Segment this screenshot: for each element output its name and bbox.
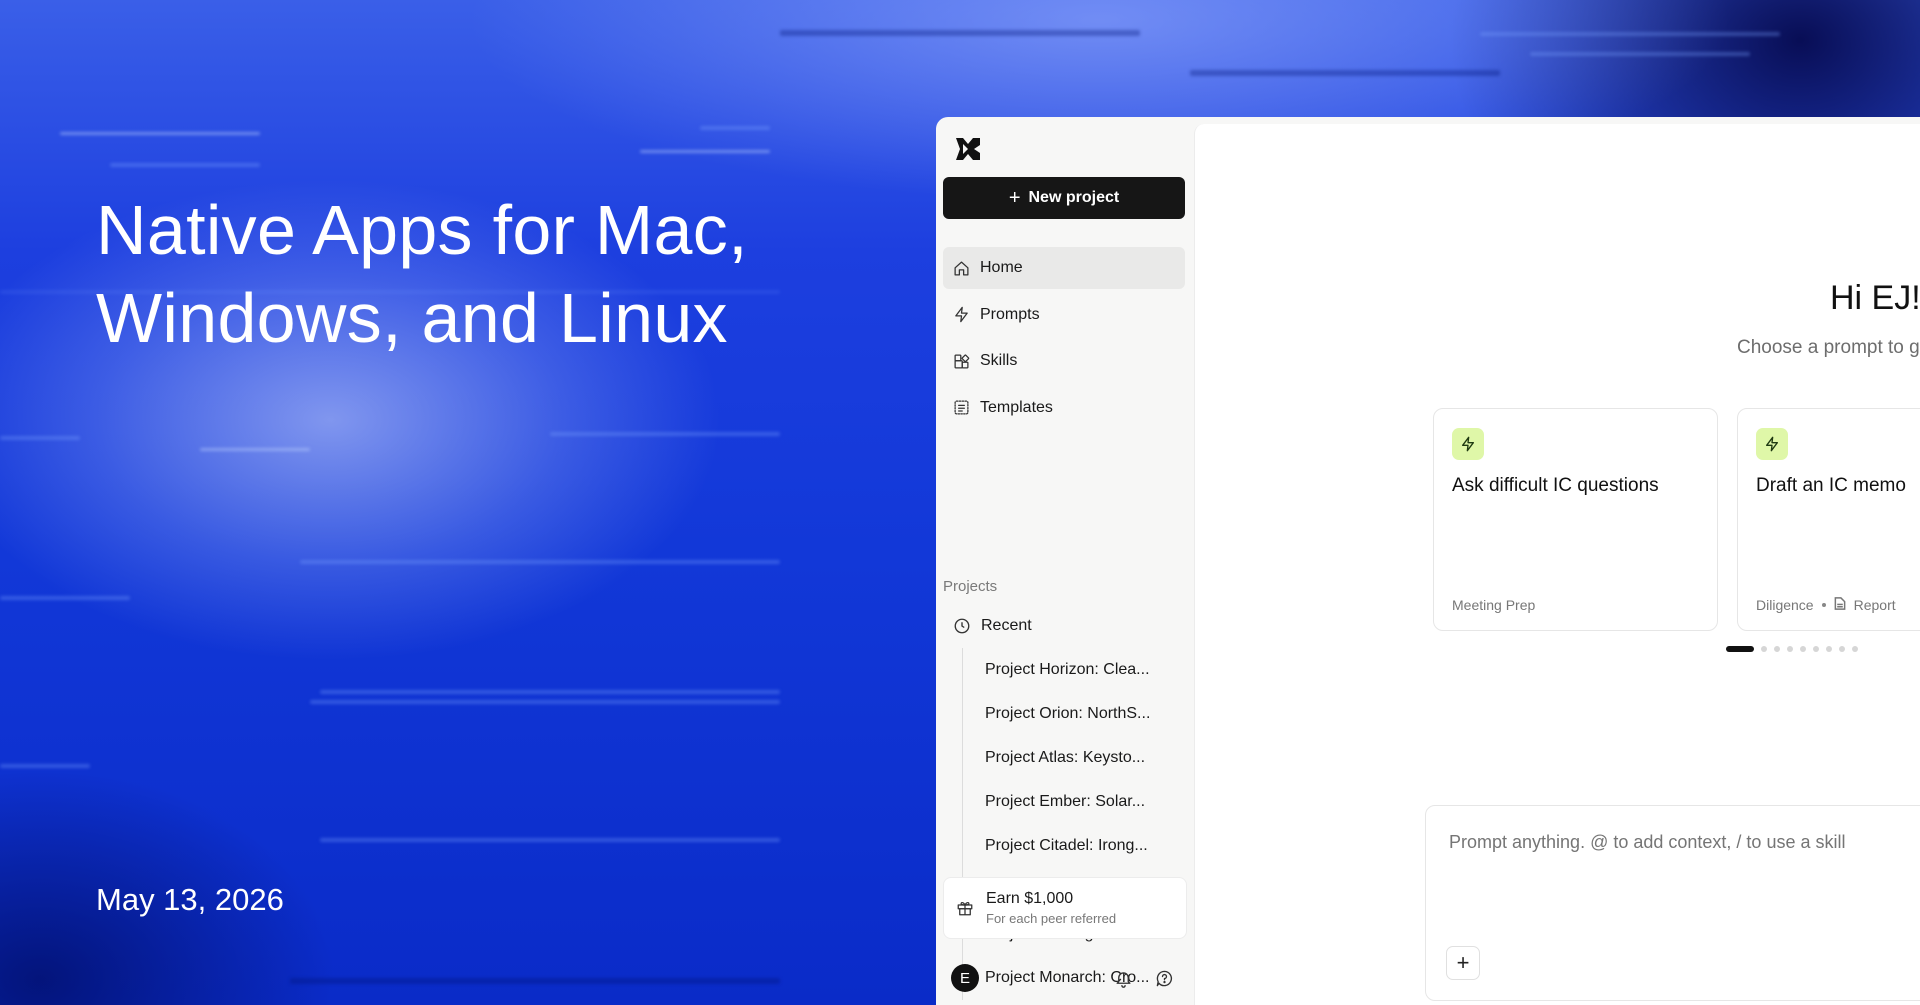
carousel-pagination (1726, 646, 1858, 652)
bolt-icon (1452, 428, 1484, 460)
hero-title: Native Apps for Mac, Windows, and Linux (96, 191, 748, 357)
help-icon[interactable] (1155, 969, 1174, 988)
main-pane: Hi EJ! Choose a prompt to g Ask difficul… (1194, 124, 1920, 1005)
carousel-dot[interactable] (1726, 646, 1754, 652)
gift-icon (957, 902, 973, 916)
referral-card[interactable]: Earn $1,000 For each peer referred (943, 877, 1187, 939)
document-icon (1834, 597, 1846, 613)
hero-date: May 13, 2026 (96, 882, 284, 917)
new-project-label: New project (1028, 189, 1120, 206)
sidebar-item-templates[interactable]: Templates (943, 387, 1185, 429)
sidebar-item-home[interactable]: Home (943, 247, 1185, 289)
referral-title: Earn $1,000 (986, 890, 1074, 907)
separator-dot (1821, 603, 1826, 607)
project-item[interactable]: Project Atlas: Keysto... (963, 736, 1184, 780)
carousel-dot[interactable] (1761, 646, 1767, 652)
project-item[interactable]: Project Orion: NorthS... (963, 692, 1184, 736)
recent-label: Recent (981, 617, 1032, 634)
templates-icon (954, 400, 969, 415)
clock-icon (954, 618, 970, 634)
avatar[interactable]: E (951, 964, 979, 992)
card-tag-label: Diligence (1756, 597, 1814, 613)
card-title: Draft an IC memo (1756, 475, 1906, 496)
prompt-input[interactable] (1449, 832, 1920, 853)
card-tag-label: Meeting Prep (1452, 597, 1536, 613)
carousel-dot[interactable] (1800, 646, 1806, 652)
plus-icon: + (1008, 187, 1021, 209)
bolt-icon (955, 306, 968, 323)
recent-toggle[interactable]: Recent (943, 606, 1185, 646)
prompt-card[interactable]: Ask difficult IC questions Meeting Prep (1433, 408, 1718, 631)
app-window: + New project Home Prompts Skills Templa… (936, 117, 1920, 1005)
projects-section-label: Projects (943, 578, 998, 595)
brand-logo-icon[interactable] (954, 135, 982, 163)
prompt-card[interactable]: Draft an IC memo Diligence Report (1737, 408, 1920, 631)
carousel-dot[interactable] (1852, 646, 1858, 652)
sidebar-item-skills[interactable]: Skills (943, 340, 1185, 382)
home-icon (954, 260, 969, 276)
prompt-composer[interactable]: + (1425, 805, 1920, 1001)
greeting-subtitle: Choose a prompt to g (1737, 337, 1920, 358)
sidebar-item-label: Skills (980, 352, 1018, 369)
project-list: Project Horizon: Clea... Project Orion: … (962, 648, 1184, 1000)
project-item[interactable]: Project Monarch: Cro... (963, 956, 1184, 1000)
referral-subtitle: For each peer referred (986, 911, 1117, 926)
card-tag: Diligence Report (1756, 597, 1896, 613)
greeting-heading: Hi EJ! (1830, 279, 1920, 317)
carousel-dot[interactable] (1826, 646, 1832, 652)
project-item[interactable]: Project Citadel: Irong... (963, 824, 1184, 868)
card-tag: Meeting Prep (1452, 597, 1535, 613)
carousel-dot[interactable] (1813, 646, 1819, 652)
sidebar-nav: Home Prompts Skills Templates (943, 247, 1185, 433)
carousel-dot[interactable] (1787, 646, 1793, 652)
project-item[interactable]: Project Ember: Solar... (963, 780, 1184, 824)
sidebar-item-label: Templates (980, 398, 1053, 416)
sidebar-item-label: Home (980, 259, 1023, 276)
project-item[interactable]: Project Horizon: Clea... (963, 648, 1184, 692)
add-context-button[interactable]: + (1446, 946, 1480, 980)
carousel-dot[interactable] (1774, 646, 1780, 652)
sidebar-item-prompts[interactable]: Prompts (943, 294, 1185, 336)
bolt-icon (1756, 428, 1788, 460)
skills-icon (954, 353, 970, 369)
bell-icon[interactable] (1114, 969, 1133, 988)
sidebar-item-label: Prompts (980, 305, 1040, 323)
sidebar: + New project Home Prompts Skills Templa… (936, 117, 1194, 1005)
carousel-dot[interactable] (1839, 646, 1845, 652)
new-project-button[interactable]: + New project (943, 177, 1185, 219)
referral-text: Earn $1,000 For each peer referred (986, 890, 1116, 926)
card-title: Ask difficult IC questions (1452, 475, 1659, 496)
card-tag-label-2: Report (1853, 597, 1896, 613)
